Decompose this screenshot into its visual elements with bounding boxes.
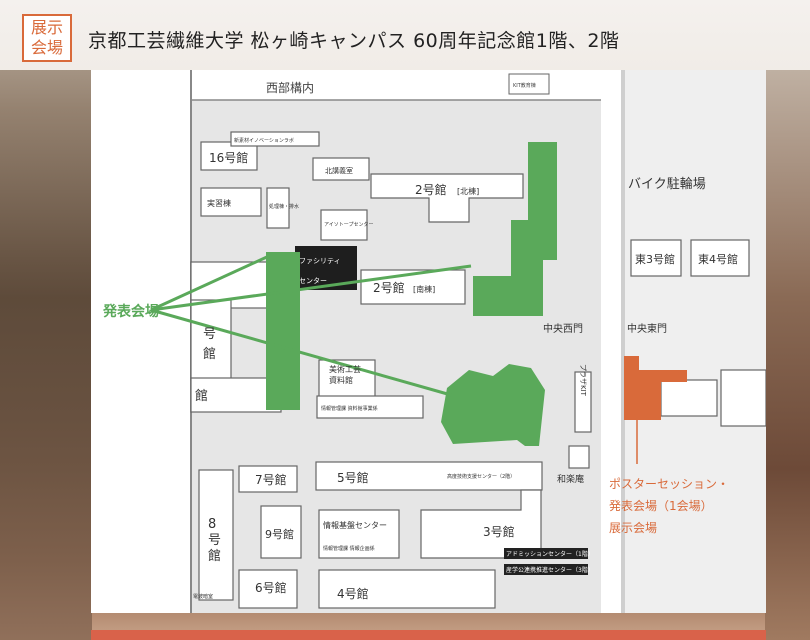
background-right [765,70,810,640]
advanced-tech-label: 高度技術支援センター（2階） [447,473,515,480]
east4-label: 東4号館 [698,252,738,266]
poster-line1: ポスターセッション・ [609,477,729,491]
east-bldg-a [660,379,718,417]
bike-label: バイク駐輪場 [628,176,706,192]
east-bldg-b [720,369,766,427]
kit-building-label: KIT教育棟 [513,82,536,89]
bldg8b-label: 号 [208,533,221,548]
presentation-venue-label: 発表会場 [102,303,159,320]
isotope-label: アイソトープセンター [324,221,373,228]
page-title: 京都工芸繊維大学 松ヶ崎キャンパス 60周年記念館1階、2階 [88,30,620,52]
bldg7-label: 7号館 [255,472,287,487]
bldg6-label: 6号館 [255,580,287,595]
left-go-label: 号 [203,327,216,342]
info-infra-label: 情報基盤センター [323,520,387,530]
badge-line2: 会場 [30,38,63,57]
bldg3-label: 3号館 [483,524,515,539]
info-mgmt-label: 情報管理課 資料館事業係 [321,405,378,412]
bldg2n-label: 2号館 [415,182,447,197]
bldg8c-label: 館 [208,549,221,564]
admission-label: アドミッションセンター（1階） [506,550,594,558]
north-lecture-label: 北講義室 [325,166,353,175]
central-west-gate: 中央西門 [543,322,583,335]
poster-line2: 発表会場（1会場） [609,499,713,513]
facility-label: ファシリティ [299,257,341,265]
training-label: 実習棟 [207,198,231,208]
campus-map: 西部構内 KIT教育棟 ファシリティ センター 発表会場 16号館 新素材イノベ… [91,70,766,613]
bldg8a-label: 8 [208,517,216,532]
elec-label: 電波暗室 [193,593,213,600]
badge-line1: 展示 [30,18,63,37]
left-lower-kan-label: 館 [195,389,208,404]
info-sub-label: 情報管理課 情報企画係 [323,545,375,552]
background-left [0,70,92,640]
plaza-label: プラザKIT [579,364,587,397]
exhibition-venue-badge: 展示 会場 [22,14,72,62]
east3-label: 東3号館 [635,252,675,266]
left-kan-label: 館 [203,347,216,362]
bldg9-label: 9号館 [265,527,294,541]
bldg2s-label: 2号館 [373,280,405,295]
bldg5-label: 5号館 [337,470,369,485]
scholarship-label: 産学公連携推進センター（3階） [506,566,594,574]
west-area-label: 西部構内 [266,80,314,95]
bldg2s-suffix: [南棟] [413,284,435,294]
venue-west [266,252,300,410]
waste-label: 処理棟・排水 [269,203,299,210]
bottom-accent-bar [91,630,766,640]
wagaku-an [568,445,590,469]
central-east-gate: 中央東門 [627,322,667,335]
center-label: センター [299,276,327,285]
new-material-label: 新素材イノベーションラボ [234,137,294,144]
bldg2n-suffix: [北棟] [457,186,479,196]
wagaku-label: 和楽庵 [557,473,584,485]
bldg4-label: 4号館 [337,586,369,601]
museum-label2: 資料館 [329,375,353,385]
poster-line3: 展示会場 [609,521,657,535]
museum-label1: 美術工芸 [329,364,361,374]
campus-map-svg: 西部構内 KIT教育棟 ファシリティ センター 発表会場 16号館 新素材イノベ… [102,70,766,613]
bldg16-label: 16号館 [209,150,248,165]
